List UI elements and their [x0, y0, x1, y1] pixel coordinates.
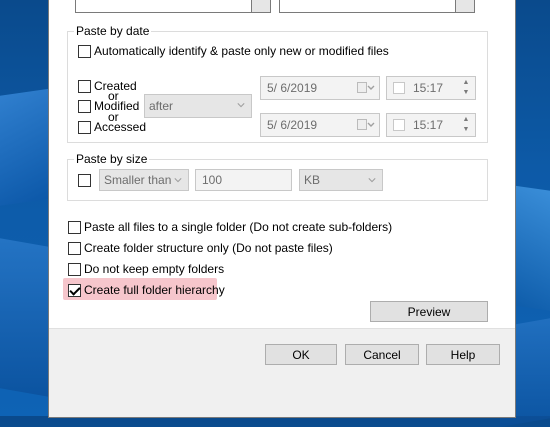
size-unit-dropdown[interactable]: KB: [299, 169, 383, 191]
size-unit-value: KB: [304, 173, 321, 187]
options-panel: Paste by date Automatically identify & p…: [49, 0, 515, 329]
date-value-2: 5/ 6/2019: [267, 118, 318, 132]
preview-button[interactable]: Preview: [370, 301, 488, 322]
full-hierarchy-label: Create full folder hierarchy: [84, 283, 225, 297]
structure-only-checkbox[interactable]: [68, 241, 81, 255]
calendar-dropdown-icon[interactable]: [357, 82, 375, 94]
auto-identify-checkbox[interactable]: [78, 44, 91, 58]
size-value: 100: [202, 173, 223, 187]
modified-checkbox[interactable]: [78, 99, 91, 113]
structure-only-label: Create folder structure only (Do not pas…: [84, 241, 333, 255]
accessed-checkbox-row[interactable]: Accessed: [78, 120, 146, 134]
paste-by-date-title: Paste by date: [74, 24, 152, 38]
top-browse-button-left[interactable]: [251, 0, 271, 13]
time-enable-checkbox-1[interactable]: [393, 82, 405, 94]
date-relation-dropdown[interactable]: after: [144, 94, 252, 118]
time-value-1: 15:17: [413, 81, 444, 95]
time-value-2: 15:17: [413, 118, 444, 132]
time-picker-1[interactable]: 15:17 ▲ ▼: [386, 76, 476, 100]
created-checkbox[interactable]: [78, 79, 91, 93]
paste-by-size-group: Paste by size Smaller than 100 KB: [67, 152, 488, 201]
wallpaper-shape: [0, 88, 50, 212]
date-picker-1[interactable]: 5/ 6/2019: [260, 76, 380, 100]
full-hierarchy-checkbox[interactable]: [68, 283, 81, 297]
cancel-button[interactable]: Cancel: [345, 344, 419, 365]
date-value-1: 5/ 6/2019: [267, 81, 318, 95]
top-input-right[interactable]: [279, 0, 475, 13]
accessed-label: Accessed: [94, 120, 147, 134]
no-empty-label: Do not keep empty folders: [84, 262, 225, 276]
size-comparison-value: Smaller than: [104, 173, 172, 187]
size-value-input[interactable]: 100: [195, 169, 292, 191]
size-checkbox[interactable]: [78, 174, 91, 187]
single-folder-label: Paste all files to a single folder (Do n…: [84, 220, 393, 234]
ok-button[interactable]: OK: [265, 344, 337, 365]
time-picker-2[interactable]: 15:17 ▲ ▼: [386, 113, 476, 137]
help-button[interactable]: Help: [426, 344, 500, 365]
chevron-down-icon: [368, 178, 376, 183]
auto-identify-label: Automatically identify & paste only new …: [94, 44, 389, 58]
top-browse-button-right[interactable]: [455, 0, 475, 13]
accessed-checkbox[interactable]: [78, 120, 91, 134]
time-enable-checkbox-2[interactable]: [393, 119, 405, 131]
structure-only-checkbox-row[interactable]: Create folder structure only (Do not pas…: [68, 241, 333, 255]
calendar-dropdown-icon[interactable]: [357, 119, 375, 131]
wallpaper-shape: [0, 232, 50, 398]
date-relation-value: after: [149, 99, 174, 113]
no-empty-checkbox-row[interactable]: Do not keep empty folders: [68, 262, 224, 276]
no-empty-checkbox[interactable]: [68, 262, 81, 276]
paste-by-size-title: Paste by size: [74, 152, 150, 166]
size-checkbox-row[interactable]: [78, 174, 91, 187]
chevron-down-icon: [174, 178, 182, 183]
paste-by-date-group: Paste by date Automatically identify & p…: [67, 24, 488, 143]
time-spinner-2[interactable]: ▲ ▼: [459, 116, 473, 134]
auto-identify-checkbox-row[interactable]: Automatically identify & paste only new …: [78, 44, 389, 58]
single-folder-checkbox-row[interactable]: Paste all files to a single folder (Do n…: [68, 220, 392, 234]
time-spinner-1[interactable]: ▲ ▼: [459, 79, 473, 97]
top-input-left[interactable]: [75, 0, 271, 13]
chevron-down-icon: [237, 103, 245, 108]
date-picker-2[interactable]: 5/ 6/2019: [260, 113, 380, 137]
full-hierarchy-checkbox-row[interactable]: Create full folder hierarchy: [68, 283, 225, 297]
size-comparison-dropdown[interactable]: Smaller than: [99, 169, 189, 191]
single-folder-checkbox[interactable]: [68, 220, 81, 234]
dialog-window: Paste by date Automatically identify & p…: [48, 0, 516, 418]
